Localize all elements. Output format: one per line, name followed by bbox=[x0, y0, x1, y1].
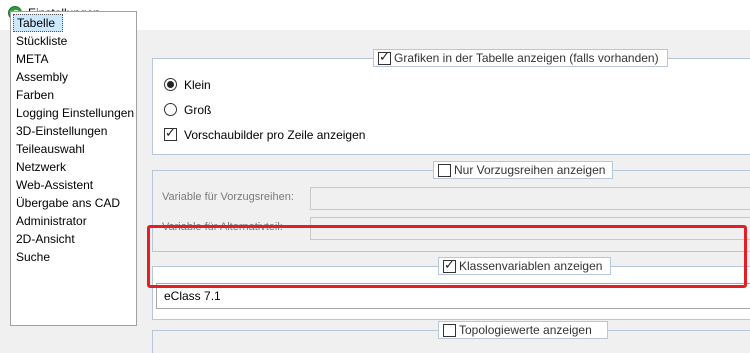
sidebar-item-3d-einstellungen[interactable]: 3D-Einstellungen bbox=[13, 122, 107, 140]
radio-klein-label[interactable]: Klein bbox=[184, 78, 211, 92]
topologie-legend-label: Topologiewerte anzeigen bbox=[459, 323, 592, 337]
radio-gross[interactable] bbox=[164, 103, 177, 116]
vorschaubilder-checkbox[interactable] bbox=[164, 126, 177, 141]
radio-klein[interactable] bbox=[164, 78, 177, 91]
vorzugsreihen-legend-label: Nur Vorzugsreihen anzeigen bbox=[454, 163, 606, 177]
sidebar-item-logging[interactable]: Logging Einstellungen bbox=[13, 104, 134, 122]
topologie-legend[interactable]: Topologiewerte anzeigen bbox=[438, 321, 608, 339]
sidebar-item-meta[interactable]: META bbox=[13, 50, 48, 68]
radio-gross-label[interactable]: Groß bbox=[184, 103, 211, 117]
sidebar-item-stueckliste[interactable]: Stückliste bbox=[13, 32, 67, 50]
variable-vorzugsreihen-label: Variable für Vorzugsreihen: bbox=[162, 191, 294, 203]
sidebar-item-assembly[interactable]: Assembly bbox=[13, 68, 68, 86]
sidebar-item-netzwerk[interactable]: Netzwerk bbox=[13, 158, 66, 176]
grafiken-checkbox[interactable] bbox=[378, 50, 391, 66]
sidebar-item-web-assistent[interactable]: Web-Assistent bbox=[13, 176, 93, 194]
sidebar-item-2d-ansicht[interactable]: 2D-Ansicht bbox=[13, 230, 75, 248]
sidebar-item-uebergabe-cad[interactable]: Übergabe ans CAD bbox=[13, 194, 120, 212]
sidebar-item-suche[interactable]: Suche bbox=[13, 248, 50, 266]
sidebar-item-teileauswahl[interactable]: Teileauswahl bbox=[13, 140, 85, 158]
grafiken-legend[interactable]: Grafiken in der Tabelle anzeigen (falls … bbox=[373, 49, 668, 67]
sidebar-item-tabelle[interactable]: Tabelle bbox=[13, 14, 63, 32]
grafiken-group: Klein Groß Vorschaubilder pro Zeile anze… bbox=[152, 58, 750, 155]
variable-vorzugsreihen-input bbox=[310, 187, 750, 210]
grafiken-legend-label: Grafiken in der Tabelle anzeigen (falls … bbox=[394, 51, 659, 65]
sidebar-item-farben[interactable]: Farben bbox=[13, 86, 54, 104]
settings-category-list[interactable]: Tabelle Stückliste META Assembly Farben … bbox=[10, 11, 137, 326]
highlight-annotation bbox=[147, 225, 747, 288]
vorzugsreihen-legend[interactable]: Nur Vorzugsreihen anzeigen bbox=[433, 161, 613, 179]
vorzugsreihen-checkbox[interactable] bbox=[438, 164, 451, 177]
topologie-checkbox[interactable] bbox=[443, 324, 456, 337]
sidebar-item-administrator[interactable]: Administrator bbox=[13, 212, 87, 230]
vorschaubilder-label[interactable]: Vorschaubilder pro Zeile anzeigen bbox=[184, 128, 365, 142]
